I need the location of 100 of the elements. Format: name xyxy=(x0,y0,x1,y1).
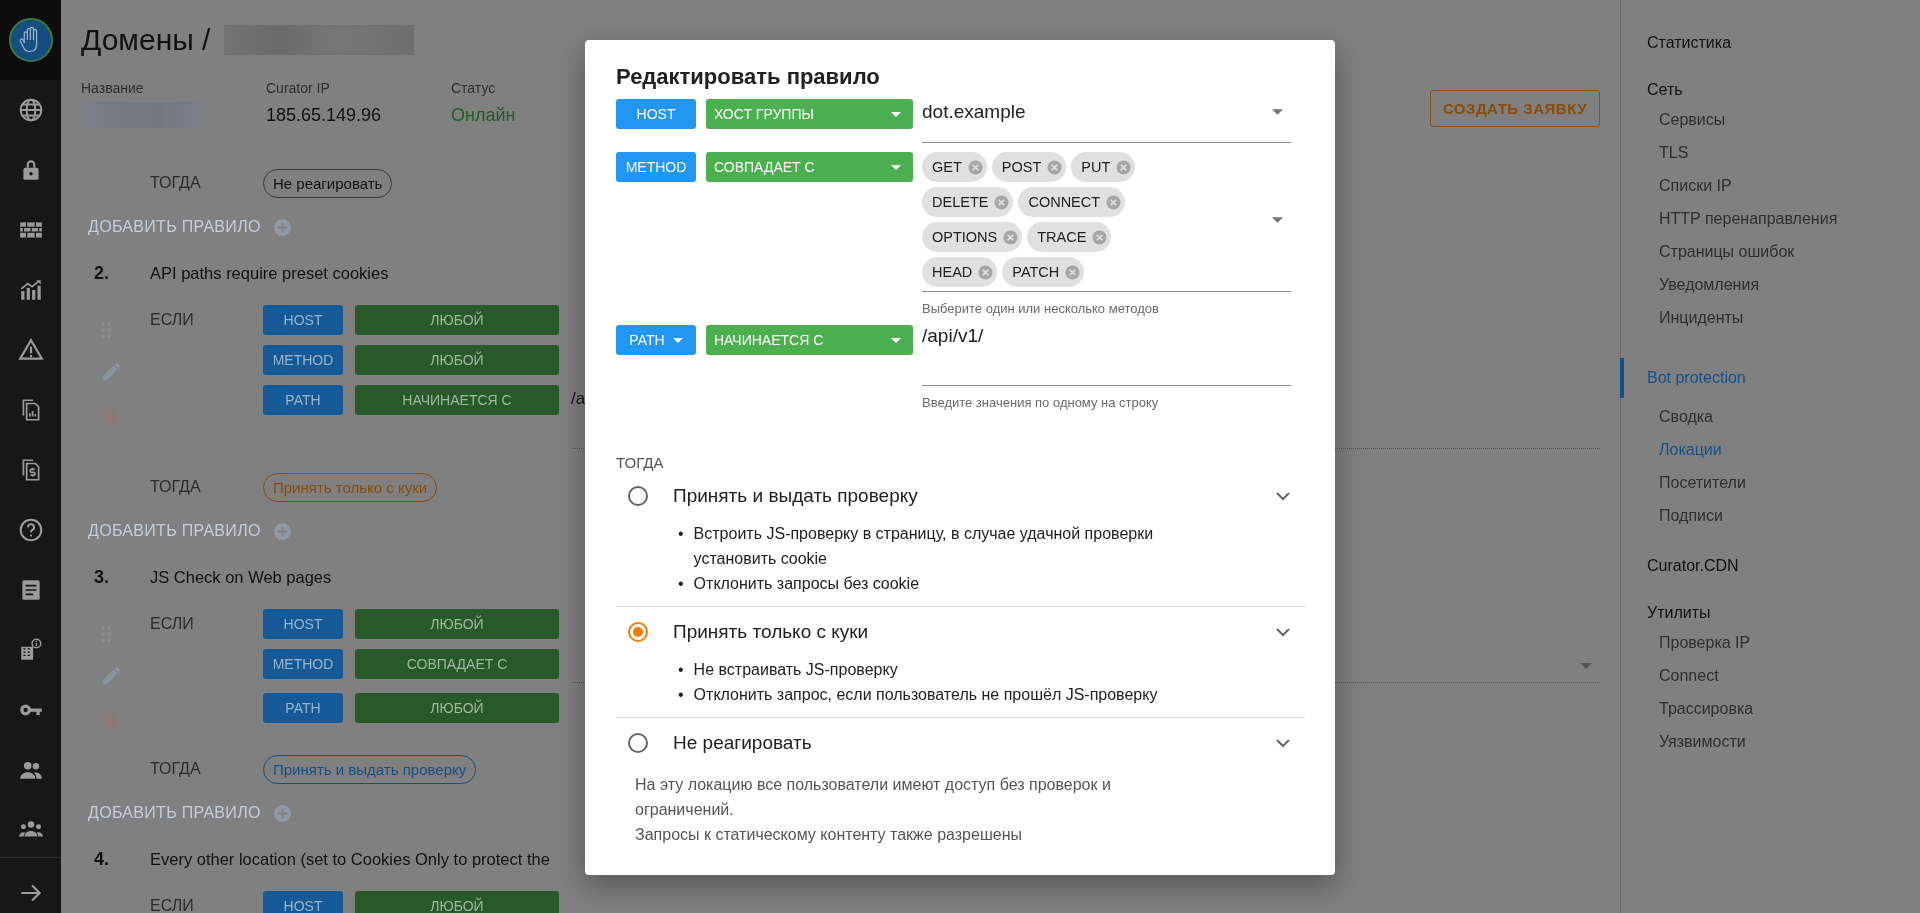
textarea-value: /api/v1/ xyxy=(922,325,984,347)
operator-chip: НАЧИНАЕТСЯ С xyxy=(355,385,559,415)
option-bullet: Не встраивать JS-проверку xyxy=(693,660,898,680)
operator-chip: ЛЮБОЙ xyxy=(355,609,559,639)
field-dropdown[interactable]: HOST xyxy=(616,99,696,129)
rule-number: 3. xyxy=(94,566,110,588)
warning-icon[interactable] xyxy=(17,337,44,363)
side-nav-item[interactable]: Страницы ошибок xyxy=(1621,235,1920,268)
side-nav-item[interactable]: Трассировка xyxy=(1621,692,1920,725)
bullet-marker: • xyxy=(678,574,684,594)
side-nav-section[interactable]: Сеть xyxy=(1620,77,1920,103)
bullet-marker: • xyxy=(678,685,684,705)
option-description: Запросы к статическому контенту также разрешены xyxy=(635,825,1023,845)
method-chip[interactable]: PUT xyxy=(1071,152,1136,182)
radio-button[interactable] xyxy=(628,622,648,642)
operator-chip: ЛЮБОЙ xyxy=(355,305,559,335)
side-nav-section[interactable]: Bot protection xyxy=(1620,358,1920,398)
dropdown-arrow-icon[interactable] xyxy=(1272,216,1283,223)
side-nav-section[interactable]: Статистика xyxy=(1620,30,1920,56)
option-label[interactable]: Принять только с куки xyxy=(673,621,1271,643)
side-nav-item[interactable]: Проверка IP xyxy=(1621,626,1920,659)
option-description: На эту локацию все пользователи имеют доступ без проверок и ограничений. xyxy=(635,775,1112,820)
rule-number: 2. xyxy=(94,262,110,284)
add-rule-button[interactable]: ДОБАВИТЬ ПРАВИЛО xyxy=(88,522,261,540)
side-nav-item[interactable]: TLS xyxy=(1621,136,1920,169)
rule-title: Every other location (set to Cookies Only to protect the xyxy=(150,849,550,869)
rule-title: JS Check on Web pages xyxy=(150,567,332,587)
help-icon[interactable] xyxy=(17,517,44,543)
field-dropdown[interactable]: PATH xyxy=(616,325,696,355)
operator-chip: ЛЮБОЙ xyxy=(355,345,559,375)
info-label: Название xyxy=(81,80,145,96)
option-bullet: Отклонить запрос, если пользователь не прошёл JS-проверку xyxy=(693,685,1158,705)
if-label: ЕСЛИ xyxy=(150,614,195,634)
info-label: Curator IP xyxy=(266,80,331,96)
bullet-marker: • xyxy=(678,524,684,544)
globe-icon[interactable] xyxy=(17,97,44,123)
add-rule-button[interactable]: ДОБАВИТЬ ПРАВИЛО xyxy=(88,218,261,236)
option-label[interactable]: Не реагировать xyxy=(673,732,1271,754)
rule-number: 4. xyxy=(94,848,110,870)
if-label: ЕСЛИ xyxy=(150,310,195,330)
path-textarea[interactable]: /api/v1/ xyxy=(922,325,1291,386)
field-chip: PATH xyxy=(263,385,343,415)
field-chip: PATH xyxy=(263,693,343,723)
field-chip: METHOD xyxy=(263,345,343,375)
side-nav-item[interactable]: HTTP перенаправления xyxy=(1621,202,1920,235)
method-chip[interactable]: POST xyxy=(991,152,1067,182)
bullet-marker: • xyxy=(678,660,684,680)
field-chip: HOST xyxy=(263,305,343,335)
side-nav-item[interactable]: Connect xyxy=(1621,659,1920,692)
method-chip[interactable]: HEAD xyxy=(922,257,998,287)
side-nav-section[interactable]: Curator.CDN xyxy=(1620,553,1920,579)
side-nav-item[interactable]: Уведомления xyxy=(1621,268,1920,301)
side-nav-item[interactable]: Инциденты xyxy=(1621,301,1920,334)
side-nav-item[interactable]: Уязвимости xyxy=(1621,725,1920,758)
field-chip: METHOD xyxy=(263,649,343,679)
caret-icon xyxy=(891,164,901,170)
operator-dropdown[interactable]: СОВПАДАЕТ С xyxy=(706,152,913,182)
caret-icon xyxy=(672,337,683,343)
field-chip: HOST xyxy=(263,609,343,639)
if-label: ЕСЛИ xyxy=(150,896,195,913)
then-label: ТОГДА xyxy=(150,760,202,778)
method-chip[interactable]: GET xyxy=(922,152,987,182)
helper-text: Выберите один или несколько методов xyxy=(922,300,1160,316)
side-nav-section[interactable]: Утилиты xyxy=(1620,600,1920,626)
method-chip[interactable]: CONNECT xyxy=(1018,187,1126,217)
side-nav-item[interactable]: Сводка xyxy=(1621,400,1920,433)
operator-dropdown[interactable]: НАЧИНАЕТСЯ С xyxy=(706,325,913,355)
then-label: ТОГДА xyxy=(150,174,202,192)
then-label: ТОГДА xyxy=(150,478,202,496)
info-value: 185.65.149.96 xyxy=(266,105,383,126)
rule-title: API paths require preset cookies xyxy=(150,263,389,283)
option-bullet: Отклонить запросы без cookie xyxy=(693,574,920,594)
side-nav-item[interactable]: Подписи xyxy=(1621,499,1920,532)
field-chip: HOST xyxy=(263,891,343,913)
side-nav-item[interactable]: Посетители xyxy=(1621,466,1920,499)
caret-icon xyxy=(891,337,901,343)
radio-button[interactable] xyxy=(628,733,648,753)
host-group-select[interactable]: dot.example xyxy=(922,99,1291,143)
methods-select[interactable]: GET POST PUT DELETE CONNECT OPTIONS TRACE HEAD PATCH xyxy=(922,152,1291,292)
side-nav-item[interactable]: Списки IP xyxy=(1621,169,1920,202)
operator-chip: СОВПАДАЕТ С xyxy=(355,649,559,679)
method-chip[interactable]: DELETE xyxy=(922,187,1014,217)
side-nav-item[interactable]: Локации xyxy=(1621,433,1920,466)
radio-button[interactable] xyxy=(628,486,648,506)
method-chip[interactable]: PATCH xyxy=(1002,257,1085,287)
side-nav-item[interactable]: Сервисы xyxy=(1621,103,1920,136)
operator-chip: ЛЮБОЙ xyxy=(355,693,559,723)
option-label[interactable]: Принять и выдать проверку xyxy=(673,485,1271,507)
operator-dropdown[interactable]: ХОСТ ГРУППЫ xyxy=(706,99,913,129)
dropdown-arrow-icon[interactable] xyxy=(1272,109,1283,115)
field-dropdown[interactable]: METHOD xyxy=(616,152,696,182)
status-value: Онлайн xyxy=(451,105,517,126)
operator-chip: ЛЮБОЙ xyxy=(355,891,559,913)
hand-logo-icon[interactable] xyxy=(7,17,54,63)
option-bullet: Встроить JS-проверку в страницу, в случае удачной проверки установить cookie xyxy=(693,524,1155,569)
select-value: dot.example xyxy=(922,101,1026,123)
info-label: Статус xyxy=(451,80,497,96)
method-chip[interactable]: OPTIONS xyxy=(922,222,1023,252)
method-chip[interactable]: TRACE xyxy=(1027,222,1112,252)
add-rule-button[interactable]: ДОБАВИТЬ ПРАВИЛО xyxy=(88,804,261,822)
